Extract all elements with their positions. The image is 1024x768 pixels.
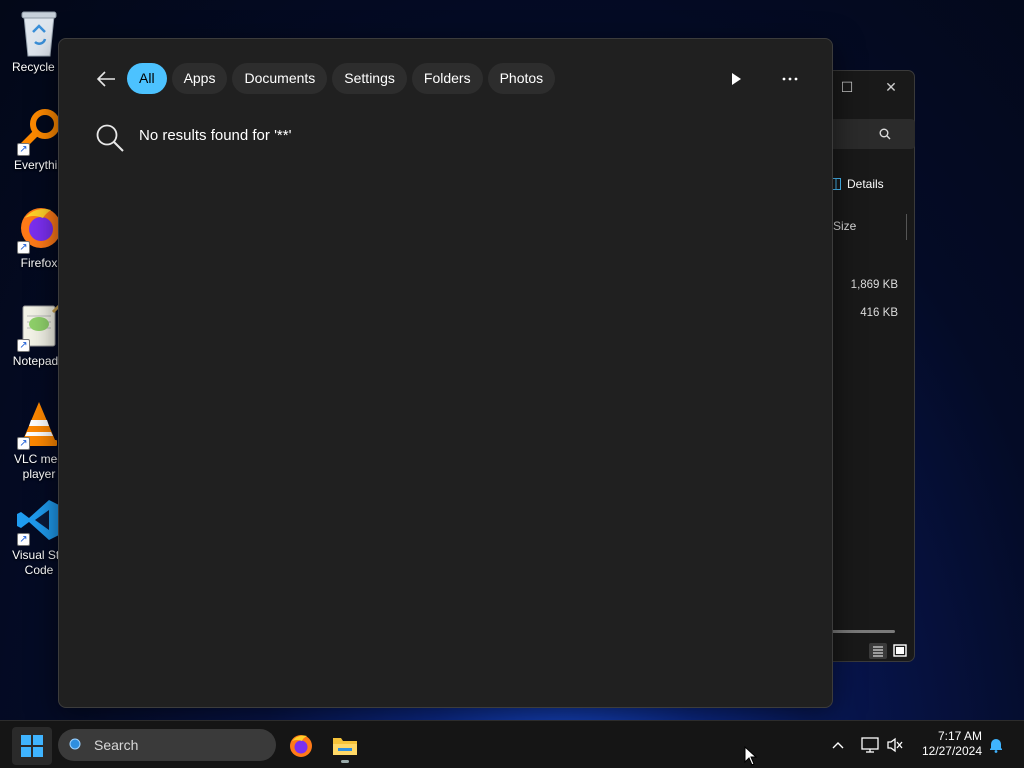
volume-button[interactable]: [884, 735, 906, 755]
network-icon: [861, 737, 879, 753]
tiles-view-button[interactable]: [891, 643, 909, 659]
notepad-plus-plus-icon: ↗: [15, 302, 63, 352]
back-arrow-icon: [96, 71, 115, 87]
tiles-view-icon: [893, 644, 907, 657]
taskbar-search-box[interactable]: Search: [58, 729, 276, 761]
firefox-icon: [290, 735, 312, 757]
taskbar-file-explorer-button[interactable]: [325, 727, 365, 765]
details-view-button[interactable]: [869, 643, 887, 659]
everything-search-icon: ↗: [15, 106, 63, 156]
mouse-cursor-icon: [744, 746, 758, 766]
no-results-message: No results found for '**': [95, 123, 291, 153]
ellipsis-icon: [782, 77, 798, 81]
firefox-icon: ↗: [15, 204, 63, 254]
filter-tab-documents[interactable]: Documents: [232, 63, 328, 94]
shortcut-arrow-icon: ↗: [17, 339, 30, 352]
show-hidden-icons-button[interactable]: [827, 735, 849, 755]
running-indicator: [341, 760, 349, 763]
vscode-icon: ↗: [15, 496, 63, 546]
shortcut-arrow-icon: ↗: [17, 143, 30, 156]
network-button[interactable]: [859, 735, 881, 755]
shortcut-arrow-icon: ↗: [17, 241, 30, 254]
filter-tab-folders[interactable]: Folders: [411, 63, 483, 94]
filter-tabs: All Apps Documents Settings Folders Phot…: [127, 63, 556, 94]
clock-date: 12/27/2024: [921, 744, 982, 758]
bell-icon: [990, 739, 1002, 753]
list-view-icon: [873, 646, 883, 657]
volume-muted-icon: [887, 737, 903, 753]
details-label: Details: [847, 177, 884, 191]
explorer-search-box[interactable]: [821, 119, 915, 149]
recycle-bin-icon: [15, 8, 63, 57]
search-panel: All Apps Documents Settings Folders Phot…: [58, 38, 833, 708]
back-button[interactable]: [93, 67, 119, 91]
maximize-icon[interactable]: ☐: [837, 79, 857, 95]
search-icon: [96, 124, 124, 152]
taskbar-firefox-button[interactable]: [281, 727, 321, 765]
search-icon: [879, 128, 891, 140]
filter-tab-settings[interactable]: Settings: [332, 63, 407, 94]
filter-tab-apps[interactable]: Apps: [171, 63, 228, 94]
more-options-button[interactable]: [776, 67, 804, 91]
notifications-button[interactable]: [985, 735, 1007, 755]
clock-time: 7:17 AM: [937, 729, 982, 743]
column-divider[interactable]: [906, 214, 907, 240]
chevron-up-icon: [832, 742, 844, 749]
file-size-cell: 416 KB: [860, 307, 898, 319]
shortcut-arrow-icon: ↗: [17, 437, 30, 450]
search-icon: [69, 738, 81, 750]
details-pane-button[interactable]: Details: [829, 177, 884, 191]
play-icon: [732, 73, 741, 85]
size-column-header[interactable]: Size: [833, 219, 856, 233]
close-icon[interactable]: ✕: [881, 79, 901, 95]
filter-tab-all[interactable]: All: [127, 63, 167, 94]
taskbar-search-placeholder: Search: [94, 737, 139, 753]
taskbar: Search 7:17 AM 12/27/2024: [0, 720, 1024, 768]
start-button[interactable]: [12, 727, 52, 765]
more-filters-button[interactable]: [723, 67, 749, 91]
horizontal-scrollbar[interactable]: [831, 630, 895, 633]
file-explorer-icon: [333, 738, 357, 755]
taskbar-clock[interactable]: 7:17 AM 12/27/2024: [908, 729, 982, 759]
vlc-icon: ↗: [15, 400, 63, 450]
filter-tab-photos[interactable]: Photos: [487, 63, 556, 94]
file-size-cell: 1,869 KB: [850, 279, 898, 291]
no-results-text: No results found for '**': [139, 126, 292, 144]
windows-logo-icon: [21, 735, 43, 757]
shortcut-arrow-icon: ↗: [17, 533, 30, 546]
